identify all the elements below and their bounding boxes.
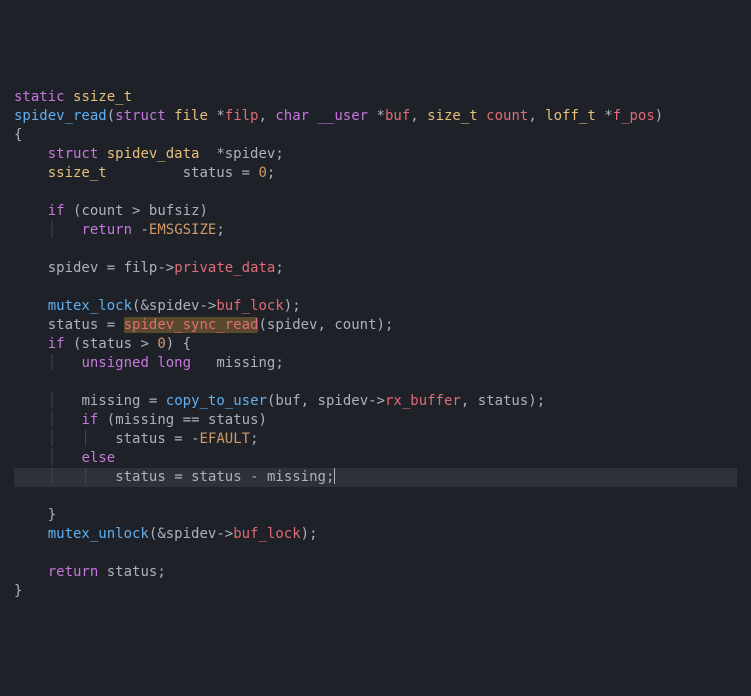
code-line: │ return -EMSGSIZE;: [14, 222, 225, 238]
code-line: mutex_lock(&spidev->buf_lock);: [14, 298, 301, 314]
keyword-if: if: [48, 336, 65, 352]
code-line: {: [14, 127, 22, 143]
keyword-char: char: [275, 108, 309, 124]
var-spidev: spidev: [48, 260, 99, 276]
var-bufsiz: bufsiz: [149, 203, 200, 219]
code-line: if (status > 0) {: [14, 336, 191, 352]
code-line: [14, 374, 22, 390]
var-status: status: [191, 469, 242, 485]
var-missing: missing: [115, 412, 174, 428]
code-line: spidev_read(struct file *filp, char __us…: [14, 108, 663, 124]
field-buf_lock: buf_lock: [233, 526, 300, 542]
var-status: status: [478, 393, 529, 409]
param-filp: filp: [225, 108, 259, 124]
code-line: return status;: [14, 564, 166, 580]
param-f_pos: f_pos: [613, 108, 655, 124]
keyword-static: static: [14, 89, 65, 105]
code-line: }: [14, 583, 22, 599]
var-missing: missing: [81, 393, 140, 409]
code-line: │ else: [14, 450, 115, 466]
code-line: spidev = filp->private_data;: [14, 260, 284, 276]
type-loff_t: loff_t: [545, 108, 596, 124]
const-efault: EFAULT: [200, 431, 251, 447]
var-filp: filp: [124, 260, 158, 276]
code-line: mutex_unlock(&spidev->buf_lock);: [14, 526, 318, 542]
code-line: }: [14, 507, 56, 523]
field-buf_lock: buf_lock: [216, 298, 283, 314]
text-cursor: [334, 468, 335, 484]
fn-spidev_sync_read: spidev_sync_read: [124, 317, 259, 333]
literal-zero: 0: [157, 336, 165, 352]
const-emsgsize: EMSGSIZE: [149, 222, 216, 238]
literal-zero: 0: [258, 165, 266, 181]
var-spidev: spidev: [166, 526, 217, 542]
keyword-unsigned: unsigned: [81, 355, 148, 371]
keyword-if: if: [81, 412, 98, 428]
var-missing: missing: [267, 469, 326, 485]
var-missing: missing: [216, 355, 275, 371]
var-count: count: [81, 203, 123, 219]
keyword-if: if: [48, 203, 65, 219]
code-line: static ssize_t: [14, 89, 132, 105]
code-line: if (count > bufsiz): [14, 203, 208, 219]
keyword-struct: struct: [48, 146, 99, 162]
code-line: ssize_t status = 0;: [14, 165, 275, 181]
code-line: status = spidev_sync_read(spidev, count)…: [14, 317, 393, 333]
code-line: │ if (missing == status): [14, 412, 267, 428]
code-line: [14, 545, 22, 561]
type-ssize_t: ssize_t: [48, 165, 107, 181]
type-size_t: size_t: [427, 108, 478, 124]
var-spidev: spidev: [225, 146, 276, 162]
var-status: status: [183, 165, 234, 181]
keyword-return: return: [81, 222, 132, 238]
var-status: status: [81, 336, 132, 352]
fn-mutex_lock: mutex_lock: [48, 298, 132, 314]
code-line: [14, 184, 22, 200]
param-count: count: [486, 108, 528, 124]
field-private_data: private_data: [174, 260, 275, 276]
keyword-long: long: [157, 355, 191, 371]
var-spidev: spidev: [267, 317, 318, 333]
keyword-struct: struct: [115, 108, 166, 124]
field-rx_buffer: rx_buffer: [385, 393, 461, 409]
keyword-return: return: [48, 564, 99, 580]
type-file: file: [174, 108, 208, 124]
code-line-current: │ │ status = status - missing;: [14, 468, 737, 487]
var-count: count: [334, 317, 376, 333]
code-line: │ │ status = -EFAULT;: [14, 431, 259, 447]
var-status: status: [208, 412, 259, 428]
var-status: status: [115, 431, 166, 447]
fn-mutex_unlock: mutex_unlock: [48, 526, 149, 542]
code-line: [14, 279, 22, 295]
var-buf: buf: [275, 393, 300, 409]
code-editor[interactable]: static ssize_t spidev_read(struct file *…: [14, 88, 737, 601]
fn-copy_to_user: copy_to_user: [166, 393, 267, 409]
var-status: status: [107, 564, 158, 580]
keyword-user: __user: [318, 108, 369, 124]
code-line: │ missing = copy_to_user(buf, spidev->rx…: [14, 393, 545, 409]
code-line: [14, 241, 22, 257]
fn-spidev_read: spidev_read: [14, 108, 107, 124]
var-spidev: spidev: [149, 298, 200, 314]
keyword-else: else: [81, 450, 115, 466]
code-line: │ unsigned long missing;: [14, 355, 284, 371]
code-line: struct spidev_data *spidev;: [14, 146, 284, 162]
var-spidev: spidev: [318, 393, 369, 409]
type-ssize_t: ssize_t: [73, 89, 132, 105]
type-spidev_data: spidev_data: [107, 146, 200, 162]
var-status: status: [48, 317, 99, 333]
var-status: status: [115, 469, 166, 485]
param-buf: buf: [385, 108, 410, 124]
